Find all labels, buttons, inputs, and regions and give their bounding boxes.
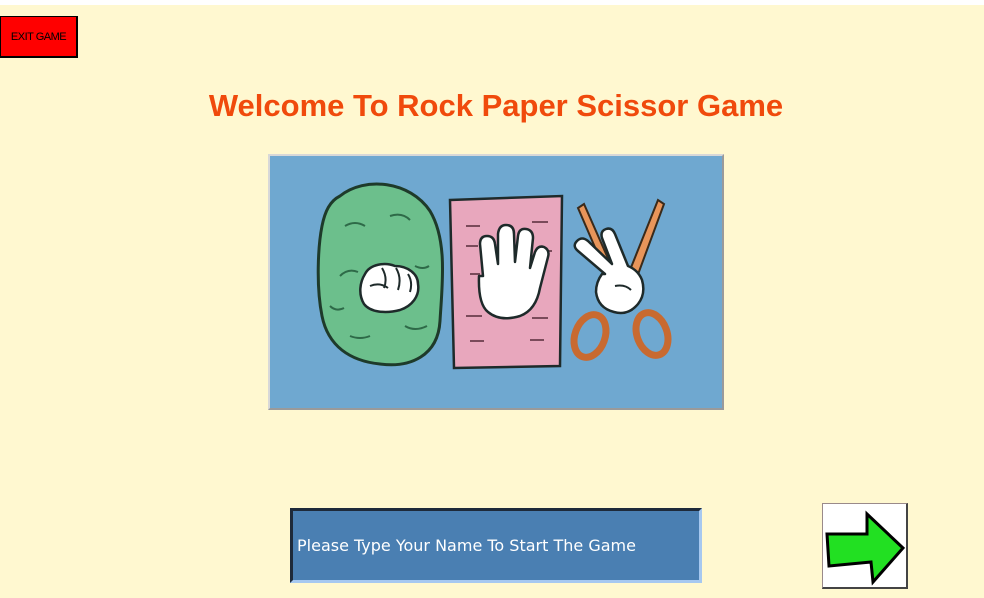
exit-game-button[interactable]: EXIT GAME: [0, 16, 78, 58]
rock-paper-scissors-illustration: [268, 154, 724, 410]
page-title: Welcome To Rock Paper Scissor Game: [208, 88, 784, 123]
scissors-hand-icon: [570, 198, 672, 361]
paper-hand-icon: [448, 194, 564, 370]
player-name-input[interactable]: Please Type Your Name To Start The Game: [290, 508, 702, 583]
rock-hand-icon: [316, 182, 445, 367]
start-game-button[interactable]: [822, 503, 908, 589]
green-arrow-right-icon: [825, 510, 906, 586]
